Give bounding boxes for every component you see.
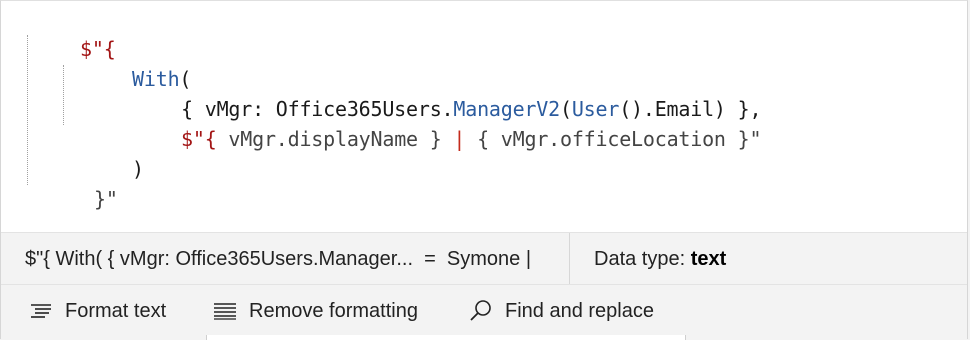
with-close-paren: )	[132, 157, 144, 181]
remove-formatting-button[interactable]: Remove formatting	[211, 285, 418, 337]
interp-mid1: }	[417, 127, 454, 151]
format-text-button[interactable]: Format text	[27, 285, 166, 337]
format-text-icon	[27, 299, 55, 323]
code-line-5: )	[61, 127, 144, 181]
formula-result-bar: $"{ With( { vMgr: Office365Users.Manager…	[1, 232, 967, 285]
find-replace-label: Find and replace	[505, 299, 654, 322]
string-interp-close: }"	[94, 187, 118, 211]
find-replace-button[interactable]: Find and replace	[467, 285, 654, 337]
remove-formatting-icon	[211, 299, 239, 323]
interp-mid2: {	[465, 127, 501, 151]
result-preview[interactable]: $"{ With( { vMgr: Office365Users.Manager…	[25, 233, 531, 285]
data-type-indicator: Data type: text	[594, 233, 726, 285]
inner-interp-open: $"{	[181, 127, 229, 151]
code-line-2: With(	[61, 37, 191, 91]
search-icon	[467, 299, 495, 323]
inner-interp-close: }"	[725, 127, 762, 151]
formula-toolbar: Format text Remove formatting Find and r…	[1, 284, 967, 340]
code-line-1: $"{	[9, 7, 116, 61]
remove-formatting-label: Remove formatting	[249, 299, 418, 322]
code-line-3: { vMgr: Office365Users.ManagerV2(User().…	[110, 67, 761, 121]
format-text-label: Format text	[65, 299, 167, 322]
result-divider	[569, 233, 570, 285]
formula-code-area[interactable]: $"{ With( { vMgr: Office365Users.Manager…	[1, 1, 967, 232]
display-name-expr: vMgr.displayName	[228, 127, 418, 151]
formula-editor: $"{ With( { vMgr: Office365Users.Manager…	[0, 0, 968, 340]
code-line-4: $"{ vMgr.displayName } | { vMgr.officeLo…	[110, 97, 761, 151]
office-location-expr: vMgr.officeLocation	[500, 127, 726, 151]
data-type-label: Data type:	[594, 248, 691, 270]
data-type-value: text	[690, 248, 727, 270]
underlying-panel-edge	[206, 335, 686, 340]
code-line-6: }"	[23, 157, 118, 211]
pipe-separator: |	[453, 127, 466, 151]
